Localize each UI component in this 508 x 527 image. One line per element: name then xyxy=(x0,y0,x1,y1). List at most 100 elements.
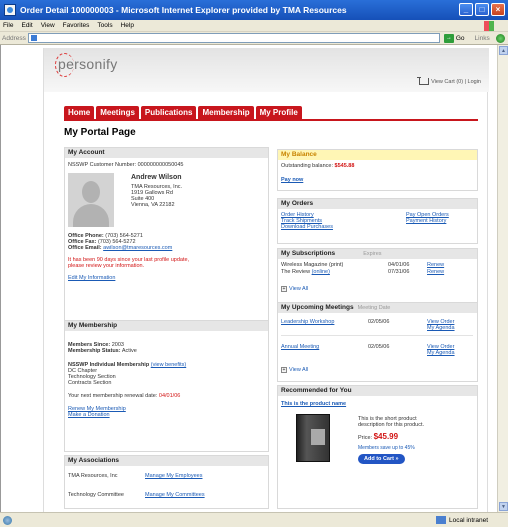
meeting-name-1[interactable]: Leadership Workshop xyxy=(281,319,334,326)
ie-page-icon xyxy=(4,4,16,16)
page-title: My Portal Page xyxy=(64,127,136,138)
my-agenda-link-2[interactable]: My Agenda xyxy=(427,350,455,357)
nav-rule xyxy=(64,119,478,121)
windows-logo-icon xyxy=(484,21,494,31)
expand-plus-icon: + xyxy=(281,367,287,373)
product-desc-2: description for this product. xyxy=(358,422,425,428)
my-orders-title: My Orders xyxy=(278,199,477,209)
arrow-right-icon: » xyxy=(395,456,399,462)
go-button[interactable]: → Go xyxy=(443,33,465,43)
go-arrow-icon: → xyxy=(443,33,454,43)
profile-notice-2: please review your information. xyxy=(68,263,145,269)
subscription-date-1: 04/01/06 xyxy=(388,262,410,268)
online-link[interactable]: (online) xyxy=(312,269,330,275)
my-associations-title: My Associations xyxy=(65,456,268,466)
menu-help[interactable]: Help xyxy=(121,22,134,29)
intranet-icon xyxy=(435,516,446,524)
my-subscriptions-panel: My Subscriptions Expires Wireless Magazin… xyxy=(277,248,478,303)
manage-committees-link[interactable]: Manage My Committees xyxy=(145,492,205,499)
view-all-label: View All xyxy=(289,286,309,292)
email-link[interactable]: awilson@tmaresources.com xyxy=(103,245,172,251)
meeting-name-2[interactable]: Annual Meeting xyxy=(281,344,319,351)
tab-meetings[interactable]: Meetings xyxy=(96,106,139,119)
my-agenda-link-1[interactable]: My Agenda xyxy=(427,325,455,332)
personify-logo[interactable]: personify xyxy=(55,53,118,77)
product-image[interactable] xyxy=(296,414,330,462)
my-meetings-title: My Upcoming Meetings Meeting Date xyxy=(278,303,477,313)
tab-my-profile[interactable]: My Profile xyxy=(255,106,302,119)
menu-file[interactable]: File xyxy=(3,22,13,29)
member-savings: Members save up to 45% xyxy=(358,445,415,451)
go-label: Go xyxy=(455,34,465,42)
page-status-icon xyxy=(3,515,12,525)
expand-plus-icon: + xyxy=(281,286,287,292)
make-donation-link[interactable]: Make a Donation xyxy=(68,412,110,419)
outstanding-balance: Outstanding balance: $545.88 xyxy=(281,163,355,169)
association-name-2: Technology Committee xyxy=(68,492,124,498)
address-line-4: Vienna, VA 22182 xyxy=(131,202,175,208)
menu-tools[interactable]: Tools xyxy=(97,22,112,29)
zone-label: Local intranet xyxy=(448,516,488,524)
window-controls: _ □ × xyxy=(459,3,505,16)
manage-employees-link[interactable]: Manage My Employees xyxy=(145,473,202,480)
product-name-link[interactable]: This is the product name xyxy=(281,401,346,408)
my-membership-title: My Membership xyxy=(65,321,268,331)
maximize-icon[interactable]: □ xyxy=(475,3,489,16)
vertical-scrollbar[interactable]: ▲ ▼ xyxy=(497,45,508,512)
browser-viewport: personify View Cart (0) | Login Home Mee… xyxy=(0,45,497,514)
status-bar: Local intranet xyxy=(0,512,508,527)
product-price: Price: $45.99 xyxy=(358,432,399,442)
security-zone: Local intranet xyxy=(435,516,488,524)
membership-status: Membership Status: Active xyxy=(68,348,137,354)
meetings-view-all[interactable]: + View All xyxy=(281,367,308,373)
close-icon[interactable]: × xyxy=(491,3,505,16)
payment-history-link[interactable]: Payment History xyxy=(406,218,446,225)
menu-edit[interactable]: Edit xyxy=(21,22,32,29)
scroll-up-icon[interactable]: ▲ xyxy=(499,46,508,55)
my-account-panel: My Account NSSWP Customer Number: 000000… xyxy=(64,147,269,325)
links-button[interactable]: Links xyxy=(475,35,490,42)
ie-toolbar-icon[interactable] xyxy=(495,33,505,43)
shopping-cart-icon xyxy=(417,77,430,85)
my-balance-panel: My Balance Outstanding balance: $545.88 … xyxy=(277,149,478,191)
address-bar: Address → Go Links xyxy=(0,32,508,45)
tab-home[interactable]: Home xyxy=(64,106,95,119)
page-icon xyxy=(30,35,37,41)
tab-membership[interactable]: Membership xyxy=(198,106,254,119)
subscriptions-view-all[interactable]: + View All xyxy=(281,286,308,292)
my-membership-panel: My Membership Members Since: 2003 Member… xyxy=(64,320,269,452)
meeting-date-1: 02/05/06 xyxy=(368,319,390,325)
menu-favorites[interactable]: Favorites xyxy=(63,22,90,29)
renew-subscription-1[interactable]: Renew xyxy=(427,262,444,269)
window-title: Order Detail 100000003 - Microsoft Inter… xyxy=(20,5,347,15)
customer-number: NSSWP Customer Number: 000000000050045 xyxy=(68,162,184,168)
my-orders-panel: My Orders Order History Track Shipments … xyxy=(277,198,478,244)
my-meetings-panel: My Upcoming Meetings Meeting Date Leaders… xyxy=(277,302,478,382)
minimize-icon[interactable]: _ xyxy=(459,3,473,16)
my-associations-panel: My Associations TMA Resources, Inc Manag… xyxy=(64,455,269,509)
renew-subscription-2[interactable]: Renew xyxy=(427,269,444,276)
site-header: personify View Cart (0) | Login xyxy=(44,48,489,92)
meeting-date-2: 02/05/06 xyxy=(368,344,390,350)
recommended-panel: Recommended for You This is the product … xyxy=(277,385,478,509)
download-purchases-link[interactable]: Download Purchases xyxy=(281,224,333,231)
edit-info-link[interactable]: Edit My Information xyxy=(68,275,115,282)
section-3: Contracts Section xyxy=(68,380,112,386)
renewal-date: Your next membership renewal date: 04/01… xyxy=(68,393,181,399)
account-name: Andrew Wilson xyxy=(131,174,182,181)
address-label: Address xyxy=(2,34,26,42)
address-input[interactable] xyxy=(27,33,440,43)
menu-view[interactable]: View xyxy=(41,22,55,29)
view-benefits-link[interactable]: (view benefits) xyxy=(151,362,186,368)
cart-login-links[interactable]: View Cart (0) | Login xyxy=(417,77,481,85)
view-all-label: View All xyxy=(289,367,309,373)
subscription-name-2: The Review (online) xyxy=(281,269,330,275)
my-subscriptions-title: My Subscriptions Expires xyxy=(278,249,477,259)
tab-publications[interactable]: Publications xyxy=(140,106,197,119)
scroll-down-icon[interactable]: ▼ xyxy=(499,502,508,511)
association-name-1: TMA Resources, Inc xyxy=(68,473,118,479)
expires-column: Expires xyxy=(363,251,382,257)
pay-now-link[interactable]: Pay now xyxy=(281,177,303,184)
add-to-cart-button[interactable]: Add to Cart » xyxy=(358,454,405,464)
cart-login-text[interactable]: View Cart (0) | Login xyxy=(431,79,481,85)
